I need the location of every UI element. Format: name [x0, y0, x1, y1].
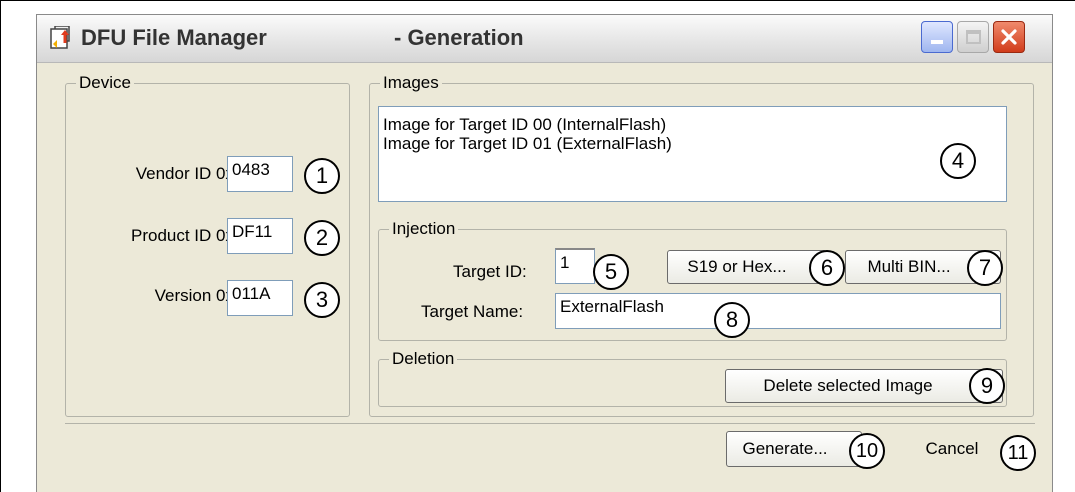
- injection-group: Injection Target ID: 1 5 S19 or Hex... 6…: [378, 217, 1007, 341]
- target-name-field[interactable]: ExternalFlash: [555, 293, 1001, 329]
- callout-11: 11: [1000, 435, 1036, 471]
- product-id-field[interactable]: DF11: [227, 218, 293, 254]
- device-legend: Device: [76, 71, 134, 95]
- vendor-id-label: Vendor ID 0x: [135, 164, 234, 183]
- callout-2: 2: [304, 220, 340, 256]
- close-icon: [1001, 29, 1017, 45]
- callout-10: 10: [849, 433, 885, 469]
- deletion-group: Deletion Delete selected Image 9: [378, 347, 1007, 407]
- injection-legend: Injection: [389, 217, 459, 241]
- callout-8: 8: [714, 302, 750, 338]
- app-icon: [49, 25, 73, 50]
- callout-6: 6: [809, 250, 845, 286]
- callout-7: 7: [967, 250, 1003, 286]
- deletion-legend: Deletion: [389, 347, 458, 371]
- images-listbox[interactable]: Image for Target ID 00 (InternalFlash) I…: [378, 106, 1007, 202]
- list-item[interactable]: Image for Target ID 00 (InternalFlash): [379, 115, 1006, 134]
- frame-top-line: [0, 0, 1075, 1]
- maximize-button[interactable]: [957, 21, 989, 53]
- target-name-label: Target Name:: [421, 302, 524, 321]
- images-group: Images Image for Target ID 00 (InternalF…: [369, 71, 1034, 417]
- version-field[interactable]: 011A: [227, 280, 293, 316]
- callout-1: 1: [304, 158, 340, 194]
- maximize-icon: [966, 30, 981, 44]
- target-id-field[interactable]: 1: [555, 248, 595, 284]
- images-legend: Images: [380, 71, 442, 95]
- footer-divider: [65, 423, 1035, 424]
- close-button[interactable]: [993, 21, 1025, 53]
- frame-left-line: [0, 0, 1, 492]
- cancel-button[interactable]: Cancel: [895, 431, 1015, 467]
- vendor-id-field[interactable]: 0483: [227, 156, 293, 192]
- dfu-window: DFU File Manager - Generation Device Ven…: [36, 14, 1053, 492]
- minimize-button[interactable]: [921, 21, 953, 53]
- s19-hex-button[interactable]: S19 or Hex...: [667, 250, 827, 284]
- title-bar[interactable]: DFU File Manager - Generation: [37, 15, 1052, 63]
- callout-5: 5: [593, 254, 629, 290]
- callout-4: 4: [940, 143, 976, 179]
- window-subtitle: - Generation: [394, 25, 524, 50]
- target-id-label: Target ID:: [453, 262, 527, 281]
- delete-selected-image-button[interactable]: Delete selected Image: [725, 369, 1003, 403]
- app-title: DFU File Manager: [81, 25, 267, 50]
- callout-3: 3: [304, 282, 340, 318]
- product-id-label: Product ID 0x: [131, 226, 234, 245]
- callout-9: 9: [969, 368, 1005, 404]
- device-group: Device Vendor ID 0x 0483 1 Product ID 0x…: [65, 71, 350, 417]
- generate-button[interactable]: Generate...: [726, 431, 862, 467]
- list-item[interactable]: Image for Target ID 01 (ExternalFlash): [379, 134, 1006, 153]
- version-label: Version 0x: [154, 286, 234, 305]
- minimize-icon: [931, 40, 943, 44]
